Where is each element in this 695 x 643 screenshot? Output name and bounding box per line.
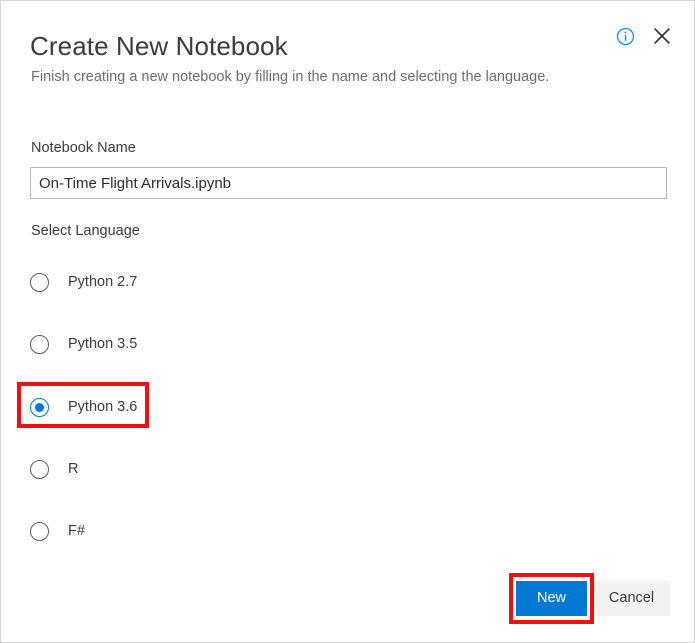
create-new-notebook-dialog: Create New Notebook Finish creating a ne… — [0, 0, 695, 643]
radio-option-label: F# — [68, 522, 85, 541]
radio-option-label: Python 3.5 — [68, 335, 137, 354]
cancel-button[interactable]: Cancel — [593, 581, 670, 616]
radio-mark-selected-icon — [30, 398, 49, 417]
radio-option-label: R — [68, 460, 78, 479]
page-subtitle: Finish creating a new notebook by fillin… — [31, 67, 549, 87]
radio-option-python-3-6[interactable]: Python 3.6 — [30, 395, 137, 419]
notebook-name-label: Notebook Name — [31, 139, 136, 157]
notebook-name-input[interactable] — [30, 167, 667, 199]
radio-mark-icon — [30, 273, 49, 292]
radio-option-python-3-5[interactable]: Python 3.5 — [30, 332, 137, 356]
radio-option-python-2-7[interactable]: Python 2.7 — [30, 270, 137, 294]
new-button[interactable]: New — [516, 581, 587, 616]
radio-option-f-sharp[interactable]: F# — [30, 519, 85, 543]
radio-mark-icon — [30, 460, 49, 479]
radio-option-r[interactable]: R — [30, 457, 78, 481]
radio-mark-icon — [30, 522, 49, 541]
radio-mark-icon — [30, 335, 49, 354]
page-title: Create New Notebook — [30, 30, 288, 62]
radio-option-label: Python 3.6 — [68, 398, 137, 417]
dialog-header-icons — [616, 26, 672, 46]
info-circle-icon[interactable] — [616, 27, 635, 46]
select-language-label: Select Language — [31, 222, 140, 240]
radio-option-label: Python 2.7 — [68, 273, 137, 292]
close-x-icon[interactable] — [652, 26, 672, 46]
